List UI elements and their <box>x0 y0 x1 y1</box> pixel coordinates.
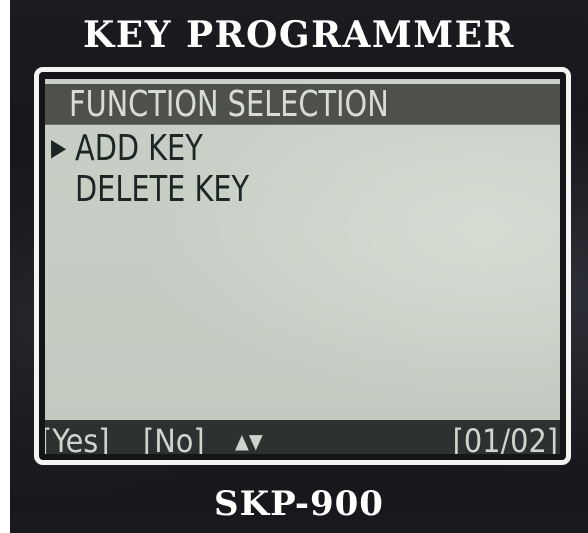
yes-softkey[interactable]: [Yes] <box>45 420 110 454</box>
lcd-screen: FUNCTION SELECTION ▶ ADD KEY DELETE KEY [… <box>45 79 560 454</box>
screen-header: FUNCTION SELECTION <box>45 83 560 125</box>
screen-bezel: FUNCTION SELECTION ▶ ADD KEY DELETE KEY [… <box>34 67 571 465</box>
model-label: SKP-900 <box>214 484 384 524</box>
selection-cursor-icon: ▶ <box>51 134 67 163</box>
key-programmer-device: KEY PROGRAMMER FUNCTION SELECTION ▶ ADD K… <box>10 0 588 533</box>
menu-item-label: DELETE KEY <box>75 168 250 210</box>
up-down-arrows-icon: ▲▼ <box>235 429 263 453</box>
page-indicator: [01/02] <box>452 422 558 454</box>
softkey-bar: [Yes] [No] ▲▼ [01/02] <box>45 420 560 454</box>
menu-item-add-key[interactable]: ▶ ADD KEY <box>45 126 203 170</box>
menu-item-delete-key[interactable]: DELETE KEY <box>45 167 249 211</box>
menu-item-label: ADD KEY <box>75 127 203 169</box>
brand-title: KEY PROGRAMMER <box>83 14 515 56</box>
no-softkey[interactable]: [No] <box>143 420 205 454</box>
